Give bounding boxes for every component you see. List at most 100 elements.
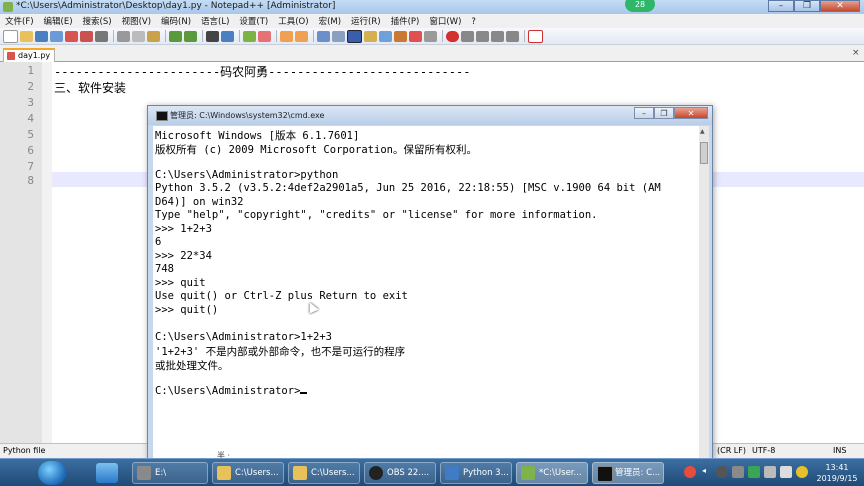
taskbar-item-2[interactable]: C:\Users... — [288, 462, 360, 484]
minimize-button[interactable]: – — [768, 0, 794, 12]
line-number: 7 — [27, 160, 34, 173]
task-label: C:\Users... — [235, 468, 279, 478]
menu-search[interactable]: 搜索(S) — [78, 14, 117, 28]
wrap-icon[interactable] — [317, 30, 330, 42]
close-file-icon[interactable] — [65, 30, 78, 42]
zoom-in-icon[interactable] — [243, 30, 256, 42]
pinned-app-icon[interactable] — [96, 463, 118, 483]
redo-icon[interactable] — [184, 30, 197, 42]
status-eol: (CR LF) — [717, 446, 746, 455]
start-button[interactable] — [38, 461, 66, 485]
cmd-scrollbar[interactable]: ▲ — [699, 126, 709, 461]
tab-day1-py[interactable]: day1.py — [3, 48, 56, 62]
app-tray-icon[interactable] — [796, 466, 808, 478]
cut-icon[interactable] — [117, 30, 130, 42]
shield-tray-icon[interactable] — [748, 466, 760, 478]
maximize-button[interactable]: ❐ — [794, 0, 820, 12]
spellcheck-icon[interactable] — [528, 29, 543, 43]
indent-guide-icon[interactable] — [347, 29, 362, 43]
network-icon[interactable] — [764, 466, 776, 478]
line-number-gutter: 1 2 3 4 5 6 7 8 — [0, 62, 43, 443]
folder-icon — [293, 466, 307, 480]
open-folder-icon[interactable] — [20, 30, 33, 42]
menu-edit[interactable]: 编辑(E) — [39, 14, 78, 28]
volume-icon[interactable] — [780, 466, 792, 478]
notification-badge[interactable]: 28 — [625, 0, 655, 12]
menu-tools[interactable]: 工具(O) — [273, 14, 313, 28]
print-icon[interactable] — [95, 30, 108, 42]
sync-v-icon[interactable] — [280, 30, 293, 42]
folder-workspace-icon[interactable] — [409, 30, 422, 42]
close-button[interactable]: ✕ — [820, 0, 860, 12]
taskbar-item-6[interactable]: 管理员: C... — [592, 462, 664, 484]
tray-expand-icon[interactable]: ◂ — [702, 466, 714, 478]
undo-icon[interactable] — [169, 30, 182, 42]
console-line: >>> quit() — [155, 303, 219, 316]
clock[interactable]: 13:41 2019/9/15 — [812, 462, 862, 484]
monitoring-icon[interactable] — [424, 30, 437, 42]
console-line: >>> 1+2+3 — [155, 222, 212, 235]
cmd-console[interactable]: Microsoft Windows [版本 6.1.7601] 版权所有 (c)… — [153, 126, 699, 461]
cmd-maximize-button[interactable]: ❐ — [654, 107, 674, 119]
find-icon[interactable] — [206, 30, 219, 42]
menu-macro[interactable]: 宏(M) — [314, 14, 346, 28]
cmd-window[interactable]: 管理员: C:\Windows\system32\cmd.exe – ❐ ✕ M… — [147, 105, 713, 461]
taskbar-item-0[interactable]: E:\ — [132, 462, 208, 484]
taskbar-item-3[interactable]: OBS 22.... — [364, 462, 436, 484]
toolbar — [0, 28, 864, 45]
code-line: -----------------------码农阿勇-------------… — [54, 65, 471, 79]
sogou-ime-icon[interactable] — [684, 466, 696, 478]
obs-tray-icon[interactable] — [716, 466, 728, 478]
stop-macro-icon[interactable] — [461, 30, 474, 42]
scroll-up-arrow-icon[interactable]: ▲ — [700, 128, 705, 135]
console-line: 版权所有 (c) 2009 Microsoft Corporation。保留所有… — [155, 143, 477, 156]
console-line: C:\Users\Administrator>python — [155, 168, 339, 181]
menu-help[interactable]: ? — [466, 16, 481, 28]
menu-plugins[interactable]: 插件(P) — [386, 14, 425, 28]
all-chars-icon[interactable] — [332, 30, 345, 42]
line-number: 3 — [27, 96, 34, 109]
line-number: 6 — [27, 144, 34, 157]
save-macro-icon[interactable] — [506, 30, 519, 42]
play-macro-icon[interactable] — [476, 30, 489, 42]
paste-icon[interactable] — [147, 30, 160, 42]
console-prompt-line[interactable]: C:\Users\Administrator> — [155, 385, 308, 397]
zoom-out-icon[interactable] — [258, 30, 271, 42]
record-macro-icon[interactable] — [446, 30, 459, 42]
sync-h-icon[interactable] — [295, 30, 308, 42]
menu-file[interactable]: 文件(F) — [0, 14, 39, 28]
console-line: 748 — [155, 263, 174, 275]
udl-icon[interactable] — [364, 30, 377, 42]
copy-icon[interactable] — [132, 30, 145, 42]
fold-margin[interactable] — [42, 62, 52, 443]
close-tab-icon[interactable]: × — [852, 48, 862, 58]
menu-run[interactable]: 运行(R) — [346, 14, 386, 28]
close-all-icon[interactable] — [80, 30, 93, 42]
menu-view[interactable]: 视图(V) — [117, 14, 156, 28]
taskbar-item-1[interactable]: C:\Users... — [212, 462, 284, 484]
save-icon[interactable] — [35, 30, 48, 42]
taskbar-item-4[interactable]: Python 3... — [440, 462, 512, 484]
menu-window[interactable]: 窗口(W) — [424, 14, 466, 28]
taskbar-item-5[interactable]: *C:\User... — [516, 462, 588, 484]
menu-settings[interactable]: 设置(T) — [234, 14, 273, 28]
task-icon — [137, 466, 151, 480]
play-multiple-icon[interactable] — [491, 30, 504, 42]
cmd-title-bar[interactable]: 管理员: C:\Windows\system32\cmd.exe – ❐ ✕ — [148, 106, 712, 125]
console-line: D64)] on win32 — [155, 195, 244, 208]
menu-language[interactable]: 语言(L) — [196, 14, 234, 28]
cmd-minimize-button[interactable]: – — [634, 107, 654, 119]
scroll-thumb[interactable] — [700, 142, 708, 164]
cmd-task-icon — [597, 466, 613, 482]
cmd-close-button[interactable]: ✕ — [674, 107, 708, 119]
menu-encoding[interactable]: 编码(N) — [156, 14, 196, 28]
function-list-icon[interactable] — [394, 30, 407, 42]
new-file-icon[interactable] — [3, 29, 18, 43]
console-line: 或批处理文件。 — [155, 359, 229, 372]
security-tray-icon[interactable] — [732, 466, 744, 478]
save-all-icon[interactable] — [50, 30, 63, 42]
doc-map-icon[interactable] — [379, 30, 392, 42]
code-line: 三、软件安装 — [54, 81, 127, 95]
line-number: 4 — [27, 112, 34, 125]
replace-icon[interactable] — [221, 30, 234, 42]
